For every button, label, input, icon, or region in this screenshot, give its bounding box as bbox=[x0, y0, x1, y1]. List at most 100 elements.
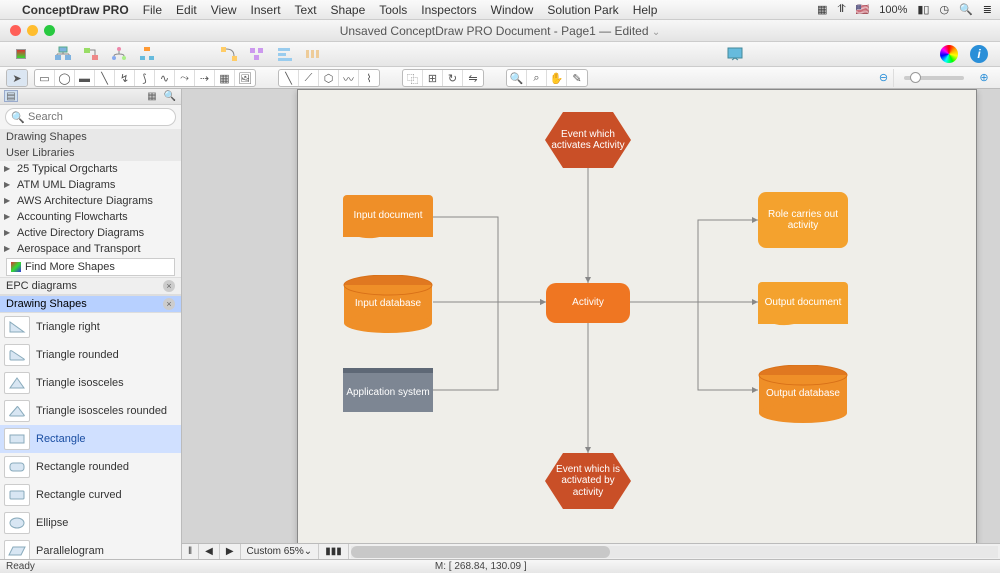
flag-icon[interactable]: 🇺🇸 bbox=[856, 3, 870, 16]
pager-separator[interactable]: ‖ bbox=[182, 544, 199, 559]
align-icon[interactable] bbox=[274, 44, 296, 64]
connector-tool[interactable]: ⤳ bbox=[175, 70, 195, 87]
zoom-display[interactable]: Custom 65% ⌄ bbox=[241, 544, 320, 559]
menu-solution-park[interactable]: Solution Park bbox=[547, 3, 618, 17]
output-database[interactable]: Output database bbox=[758, 365, 848, 417]
menu-insert[interactable]: Insert bbox=[251, 3, 281, 17]
library-tab-icon[interactable]: ▤ bbox=[4, 90, 18, 102]
distribute-icon[interactable] bbox=[302, 44, 324, 64]
group-tool[interactable]: ⿻ bbox=[403, 70, 423, 87]
input-document[interactable]: Input document bbox=[343, 195, 433, 237]
polyline-tool[interactable]: ↯ bbox=[115, 70, 135, 87]
library-search-icon[interactable]: 🔍 bbox=[163, 90, 177, 102]
output-document[interactable]: Output document bbox=[758, 282, 848, 324]
rotate-tool[interactable]: ↻ bbox=[443, 70, 463, 87]
menu-shape[interactable]: Shape bbox=[331, 3, 366, 17]
presentation-icon[interactable] bbox=[724, 44, 746, 64]
hand-tool[interactable]: ✋ bbox=[547, 70, 567, 87]
list-icon[interactable]: ≣ bbox=[983, 3, 992, 16]
library-icon[interactable] bbox=[10, 44, 32, 64]
zoom-in-button[interactable]: ⊕ bbox=[974, 69, 994, 87]
lib-item[interactable]: ▶AWS Architecture Diagrams bbox=[0, 193, 181, 209]
edit-curve-tool[interactable]: ⟋ bbox=[299, 70, 319, 87]
menu-text[interactable]: Text bbox=[295, 3, 317, 17]
arrange-icon[interactable] bbox=[246, 44, 268, 64]
page-tabs[interactable]: ▮▮▮ bbox=[319, 544, 349, 559]
lib-item[interactable]: ▶Aerospace and Transport bbox=[0, 241, 181, 257]
event-activates-activity[interactable]: Event which activates Activity bbox=[545, 112, 631, 168]
flip-tool[interactable]: ⇋ bbox=[463, 70, 483, 87]
pointer-tool[interactable]: ➤ bbox=[7, 70, 27, 87]
curve-tool[interactable]: ∿ bbox=[155, 70, 175, 87]
orgchart-icon[interactable] bbox=[52, 44, 74, 64]
shape-triangle-right[interactable]: Triangle right bbox=[0, 313, 181, 341]
menu-window[interactable]: Window bbox=[491, 3, 534, 17]
table-tool[interactable]: ▦ bbox=[215, 70, 235, 87]
shape-triangle-isosceles-rounded[interactable]: Triangle isosceles rounded bbox=[0, 397, 181, 425]
menu-edit[interactable]: Edit bbox=[176, 3, 197, 17]
edit-spline-tool[interactable]: ⌇ bbox=[359, 70, 379, 87]
epc-diagrams-section[interactable]: EPC diagrams× bbox=[0, 277, 181, 295]
zoom-area-tool[interactable]: ⌕ bbox=[527, 70, 547, 87]
close-section-icon[interactable]: × bbox=[163, 280, 175, 292]
pager-prev[interactable]: ◀ bbox=[199, 544, 220, 559]
edit-poly-tool[interactable]: ⬡ bbox=[319, 70, 339, 87]
pager-next[interactable]: ▶ bbox=[220, 544, 241, 559]
zoom-slider[interactable] bbox=[904, 76, 964, 80]
search-icon[interactable]: 🔍 bbox=[959, 3, 973, 16]
grid-icon[interactable]: ▦ bbox=[817, 3, 827, 16]
shape-rectangle-rounded[interactable]: Rectangle rounded bbox=[0, 453, 181, 481]
application-system[interactable]: Application system bbox=[343, 368, 433, 412]
image-tool[interactable]: 🖼 bbox=[235, 70, 255, 87]
tree-icon[interactable] bbox=[108, 44, 130, 64]
network-icon[interactable] bbox=[136, 44, 158, 64]
search-input[interactable] bbox=[5, 108, 176, 126]
battery-icon[interactable]: ▮▯ bbox=[917, 3, 929, 16]
input-database[interactable]: Input database bbox=[343, 275, 433, 327]
shape-triangle-rounded[interactable]: Triangle rounded bbox=[0, 341, 181, 369]
rect-tool[interactable]: ▭ bbox=[35, 70, 55, 87]
menu-view[interactable]: View bbox=[211, 3, 237, 17]
zoom-out-button[interactable]: ⊖ bbox=[874, 69, 894, 87]
line-tool[interactable]: ╲ bbox=[95, 70, 115, 87]
shape-parallelogram[interactable]: Parallelogram bbox=[0, 537, 181, 559]
close-section-icon[interactable]: × bbox=[163, 298, 175, 310]
shape-rectangle[interactable]: Rectangle bbox=[0, 425, 181, 453]
lib-item[interactable]: ▶Active Directory Diagrams bbox=[0, 225, 181, 241]
menu-inspectors[interactable]: Inspectors bbox=[421, 3, 476, 17]
edit-bezier-tool[interactable]: 〰 bbox=[339, 70, 359, 87]
user-libraries-header[interactable]: User Libraries bbox=[0, 145, 181, 161]
drawing-canvas[interactable]: Event which activates Activity Event whi… bbox=[182, 89, 1000, 543]
wifi-icon[interactable]: ⥣ bbox=[838, 3, 846, 16]
ellipse-tool[interactable]: ◯ bbox=[55, 70, 75, 87]
shape-rectangle-curved[interactable]: Rectangle curved bbox=[0, 481, 181, 509]
info-icon[interactable]: i bbox=[968, 44, 990, 64]
menu-help[interactable]: Help bbox=[633, 3, 658, 17]
drawing-shapes-header[interactable]: Drawing Shapes bbox=[0, 129, 181, 145]
color-wheel-icon[interactable] bbox=[938, 44, 960, 64]
zoom-in-tool[interactable]: 🔍 bbox=[507, 70, 527, 87]
menu-tools[interactable]: Tools bbox=[379, 3, 407, 17]
lib-item[interactable]: ▶ATM UML Diagrams bbox=[0, 177, 181, 193]
text-tool[interactable]: ▬ bbox=[75, 70, 95, 87]
shape-triangle-isosceles[interactable]: Triangle isosceles bbox=[0, 369, 181, 397]
edit-line-tool[interactable]: ╲ bbox=[279, 70, 299, 87]
find-more-shapes[interactable]: Find More Shapes bbox=[6, 258, 175, 276]
clock-icon[interactable]: ◷ bbox=[939, 3, 949, 16]
arc-tool[interactable]: ⟆ bbox=[135, 70, 155, 87]
menu-file[interactable]: File bbox=[143, 3, 162, 17]
app-name[interactable]: ConceptDraw PRO bbox=[22, 3, 129, 17]
event-activated-by-activity[interactable]: Event which is activated by activity bbox=[545, 453, 631, 509]
smart-connector-tool[interactable]: ⇢ bbox=[195, 70, 215, 87]
grid-view-icon[interactable]: ▦ bbox=[145, 90, 159, 102]
h-scrollbar[interactable] bbox=[351, 546, 998, 558]
role-carries-out-activity[interactable]: Role carries out activity bbox=[758, 192, 848, 248]
lib-item[interactable]: ▶25 Typical Orgcharts bbox=[0, 161, 181, 177]
drawing-shapes-section[interactable]: Drawing Shapes× bbox=[0, 295, 181, 313]
connector-icon[interactable] bbox=[218, 44, 240, 64]
flowchart-icon[interactable] bbox=[80, 44, 102, 64]
segment-tool[interactable]: ⊞ bbox=[423, 70, 443, 87]
shape-ellipse[interactable]: Ellipse bbox=[0, 509, 181, 537]
eyedropper-tool[interactable]: ✎ bbox=[567, 70, 587, 87]
lib-item[interactable]: ▶Accounting Flowcharts bbox=[0, 209, 181, 225]
